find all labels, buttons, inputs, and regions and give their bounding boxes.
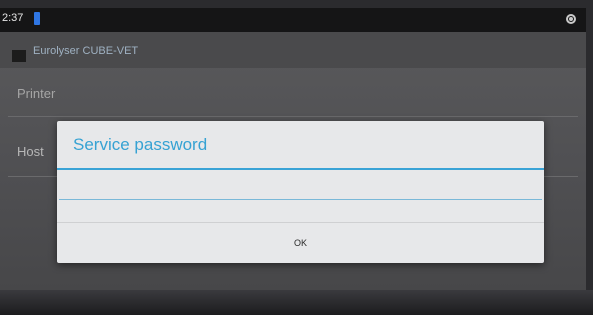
- device-screen: 2:37 Eurolyser CUBE-VET Printer Host Ser…: [0, 8, 586, 290]
- status-bar: 2:37: [0, 8, 586, 32]
- dialog-title-divider: [57, 168, 544, 170]
- app-icon: [12, 50, 26, 62]
- settings-item-label: Printer: [17, 86, 56, 101]
- ok-button[interactable]: OK: [57, 223, 544, 263]
- dialog-title: Service password: [73, 135, 208, 154]
- service-password-dialog: Service password OK: [57, 121, 544, 263]
- password-input[interactable]: [61, 177, 540, 199]
- app-title: Eurolyser CUBE-VET: [33, 45, 139, 57]
- settings-item-printer[interactable]: Printer: [0, 80, 586, 116]
- notification-icon: [34, 12, 40, 25]
- device-bezel-top: [0, 0, 593, 8]
- divider: [8, 116, 578, 117]
- device-bezel-bottom: [0, 290, 593, 315]
- password-input-underline: [59, 199, 542, 200]
- device-bezel-right: [586, 0, 593, 315]
- action-bar: Eurolyser CUBE-VET: [0, 32, 586, 68]
- status-time: 2:37: [2, 12, 24, 24]
- settings-item-label: Host: [17, 144, 44, 159]
- sync-icon: [566, 14, 576, 24]
